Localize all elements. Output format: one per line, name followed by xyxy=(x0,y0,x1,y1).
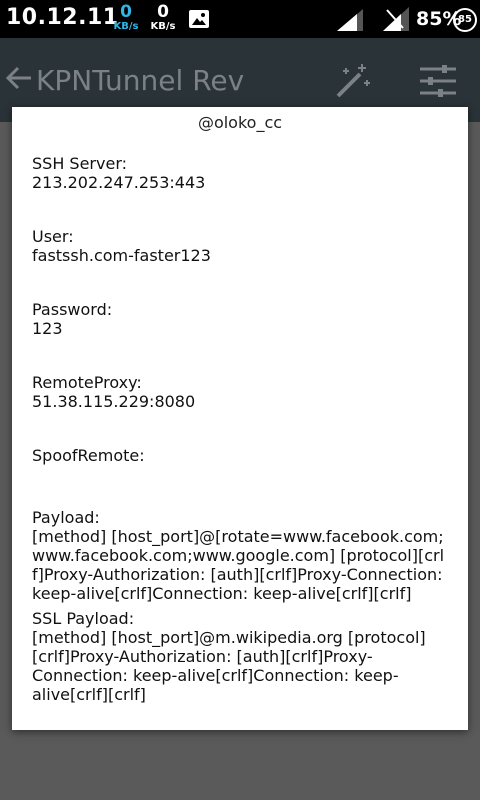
field-spoof-remote: SpoofRemote: xyxy=(32,446,452,465)
app-title: KPNTunnel Rev xyxy=(36,64,245,97)
tune-sliders-icon[interactable] xyxy=(418,64,458,102)
status-time: 10.12.11 xyxy=(6,5,119,30)
arrow-left-icon[interactable] xyxy=(5,66,32,94)
field-password: Password: 123 xyxy=(32,300,452,338)
field-payload: Payload: [method] [host_port]@[rotate=ww… xyxy=(32,508,452,603)
field-label: RemoteProxy: xyxy=(32,373,142,392)
status-bar: 10.12.11 0 KB/s 0 KB/s 85% 85 xyxy=(0,0,480,38)
field-label: SSL Payload: xyxy=(32,609,135,628)
upload-speed-value: 0 xyxy=(120,2,132,22)
field-label: SpoofRemote: xyxy=(32,446,145,465)
field-label: Password: xyxy=(32,300,113,319)
config-dialog: @oloko_cc SSH Server: 213.202.247.253:44… xyxy=(12,107,468,730)
upload-speed-indicator: 0 KB/s xyxy=(108,4,144,32)
signal-icon xyxy=(383,7,411,35)
dialog-body: SSH Server: 213.202.247.253:443 User: fa… xyxy=(32,154,452,704)
battery-icon: 85 xyxy=(453,8,477,32)
battery-level: 85 xyxy=(458,14,472,25)
signal-icon xyxy=(337,9,363,35)
field-label: SSH Server: xyxy=(32,154,128,173)
field-value: 213.202.247.253:443 xyxy=(32,173,206,192)
field-label: User: xyxy=(32,227,74,246)
magic-wand-icon[interactable] xyxy=(334,62,372,104)
field-value: fastssh.com-faster123 xyxy=(32,246,211,265)
field-value: 51.38.115.229:8080 xyxy=(32,392,196,411)
field-remote-proxy: RemoteProxy: 51.38.115.229:8080 xyxy=(32,373,452,411)
upload-speed-unit: KB/s xyxy=(113,21,139,32)
download-speed-unit: KB/s xyxy=(150,21,176,32)
field-value: [method] [host_port]@[rotate=www.faceboo… xyxy=(32,527,445,603)
field-user: User: fastssh.com-faster123 xyxy=(32,227,452,265)
download-speed-value: 0 xyxy=(157,2,169,22)
download-speed-indicator: 0 KB/s xyxy=(145,4,181,32)
field-label: Payload: xyxy=(32,508,100,527)
field-ssh-server: SSH Server: 213.202.247.253:443 xyxy=(32,154,452,192)
field-value: 123 xyxy=(32,319,63,338)
gallery-icon xyxy=(188,9,210,33)
field-ssl-payload: SSL Payload: [method] [host_port]@m.wiki… xyxy=(32,609,452,704)
field-value: [method] [host_port]@m.wikipedia.org [pr… xyxy=(32,628,426,704)
dialog-title: @oloko_cc xyxy=(197,113,283,132)
